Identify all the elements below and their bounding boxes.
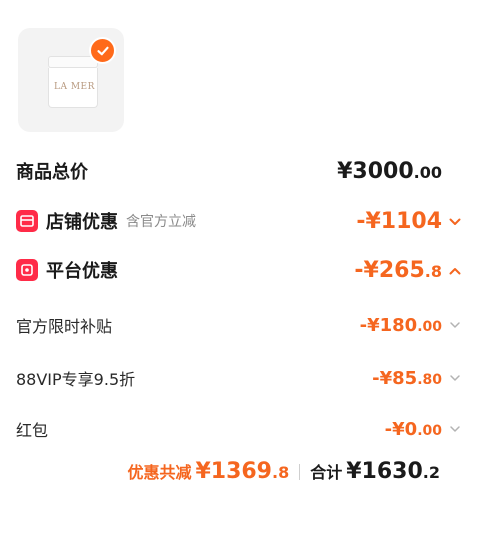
total-discount-amount: ¥1369 [195, 459, 272, 484]
check-icon [96, 46, 109, 55]
grand-total-dec: .2 [422, 463, 440, 482]
product-jar-image: LA MER [48, 56, 98, 108]
chevron-up-icon[interactable] [448, 264, 462, 278]
grand-total-label: 合计 [310, 463, 343, 482]
subitem-dec: .00 [417, 318, 442, 335]
chevron-down-icon[interactable] [448, 318, 462, 332]
platform-subitem-row[interactable]: 红包 -¥0 .00 [16, 417, 462, 441]
shop-discount-label: 店铺优惠 [46, 212, 118, 233]
total-price-dec: .00 [413, 162, 442, 182]
platform-discount-row[interactable]: 平台优惠 -¥265 .8 [16, 257, 462, 283]
shop-discount-amount: -¥1104 [356, 208, 442, 234]
platform-discount-dec: .8 [424, 261, 442, 281]
summary-divider [299, 463, 301, 480]
subitem-amount: -¥85 [372, 367, 418, 389]
total-price-int: ¥3000 [337, 158, 414, 184]
platform-subitem-row[interactable]: 官方限时补贴 -¥180 .00 [16, 313, 462, 337]
selected-check-icon[interactable] [89, 37, 116, 64]
total-price-row: 商品总价 ¥3000 .00 [16, 158, 462, 184]
chevron-down-icon[interactable] [448, 422, 462, 436]
jar-body: LA MER [48, 68, 98, 108]
subitem-amount: -¥0 [384, 418, 418, 440]
product-logo: LA MER [54, 82, 95, 92]
platform-discount-label: 平台优惠 [46, 261, 118, 282]
total-discount-label: 优惠共减 [127, 463, 192, 482]
subitem-amount: -¥180 [359, 314, 418, 336]
shop-coupon-icon [16, 210, 38, 232]
shop-discount-row[interactable]: 店铺优惠 含官方立减 -¥1104 [16, 208, 462, 234]
grand-total-amount: ¥1630 [346, 459, 423, 484]
order-summary: 优惠共减 ¥1369 .8 合计 ¥1630 .2 [127, 459, 440, 484]
subitem-dec: .80 [417, 371, 442, 388]
total-discount-dec: .8 [272, 463, 290, 482]
platform-discount-amount: -¥265 [354, 257, 425, 283]
platform-coupon-icon [16, 259, 38, 281]
subitem-label: 88VIP专享9.5折 [16, 370, 136, 389]
subitem-label: 红包 [16, 421, 49, 440]
shop-discount-note: 含官方立减 [126, 214, 196, 230]
platform-subitem-row[interactable]: 88VIP专享9.5折 -¥85 .80 [16, 366, 462, 390]
chevron-down-icon[interactable] [448, 371, 462, 385]
subitem-label: 官方限时补贴 [16, 317, 113, 336]
chevron-down-icon[interactable] [448, 215, 462, 229]
total-price-label: 商品总价 [16, 162, 88, 183]
subitem-dec: .00 [417, 422, 442, 439]
